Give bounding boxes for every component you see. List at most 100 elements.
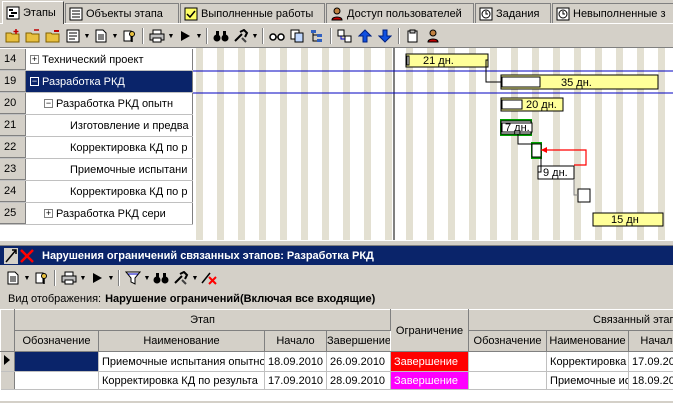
tab-unfinished-tasks[interactable]: Невыполненные з bbox=[552, 3, 673, 23]
tab-stage-objects[interactable]: Объекты этапа bbox=[65, 3, 179, 23]
table-row[interactable]: Приемочные испытания опытно 18.09.2010 2… bbox=[0, 351, 673, 372]
play-button[interactable] bbox=[87, 269, 107, 287]
cell-linked-start[interactable]: 18.09.2010 bbox=[628, 371, 673, 390]
collapse-icon[interactable]: − bbox=[44, 99, 53, 108]
tools-dropdown[interactable]: ▼ bbox=[251, 27, 259, 45]
view-mode-value[interactable]: Нарушение ограничений(Включая все входящ… bbox=[105, 293, 375, 305]
cell-linked-start[interactable]: 17.09.2010 bbox=[628, 351, 673, 372]
cell-designation[interactable] bbox=[14, 351, 99, 372]
tools-dropdown[interactable]: ▼ bbox=[191, 269, 199, 287]
cell-name[interactable]: Корректировка КД по результа bbox=[98, 371, 265, 390]
cell-linked-name[interactable]: Приемочные ис bbox=[546, 371, 630, 390]
column-header-linked-start[interactable]: Начало bbox=[628, 330, 673, 352]
tab-completed-works[interactable]: Выполненные работы bbox=[180, 3, 325, 23]
play-button[interactable] bbox=[175, 27, 195, 45]
stage-row[interactable]: 21 Изготовление и предва bbox=[0, 115, 193, 137]
stage-row[interactable]: 22 Корректировка КД по р bbox=[0, 137, 193, 159]
properties-button[interactable] bbox=[3, 269, 23, 287]
tab-user-access[interactable]: Доступ пользователей bbox=[326, 3, 474, 23]
tab-stages[interactable]: Этапы bbox=[2, 1, 64, 24]
cell-start[interactable]: 18.09.2010 bbox=[264, 351, 327, 372]
document-dropdown[interactable]: ▼ bbox=[111, 27, 119, 45]
glasses-button[interactable] bbox=[267, 27, 287, 45]
cell-end[interactable]: 26.09.2010 bbox=[326, 351, 392, 372]
key-button[interactable] bbox=[119, 27, 139, 45]
link-button[interactable] bbox=[335, 27, 355, 45]
expand-icon[interactable]: + bbox=[30, 55, 39, 64]
row-selector-current[interactable] bbox=[0, 351, 15, 372]
tab-label: Этапы bbox=[23, 7, 56, 19]
find-button[interactable] bbox=[211, 27, 231, 45]
gantt-timeline[interactable]: 21 дн. 35 дн. 20 дн. 7 дн. 9 дн. 15 дн bbox=[193, 48, 673, 240]
stage-row[interactable]: 25 + Разработка РКД сери bbox=[0, 203, 193, 225]
cell-linked-name[interactable]: Корректировка bbox=[546, 351, 630, 372]
gantt-chart[interactable]: 21 дн. 35 дн. 20 дн. 7 дн. 9 дн. 15 дн 14 + Тех… bbox=[0, 47, 673, 240]
stage-row[interactable]: 24 Корректировка КД по р bbox=[0, 181, 193, 203]
add-substage-button[interactable] bbox=[23, 27, 43, 45]
stage-row-name-cell[interactable]: − Разработка РКД bbox=[26, 71, 193, 92]
stage-row-name-cell[interactable]: Корректировка КД по р bbox=[26, 181, 193, 202]
filter-button[interactable] bbox=[123, 269, 143, 287]
table-row[interactable]: Корректировка КД по результа 17.09.2010 … bbox=[0, 371, 673, 390]
properties-button[interactable] bbox=[63, 27, 83, 45]
cell-designation[interactable] bbox=[14, 371, 99, 390]
print-dropdown[interactable]: ▼ bbox=[167, 27, 175, 45]
tools-button[interactable] bbox=[171, 269, 191, 287]
column-header-designation[interactable]: Обозначение bbox=[14, 330, 99, 352]
cell-linked-designation[interactable] bbox=[468, 351, 548, 372]
toolbar-separator bbox=[118, 270, 120, 286]
objects-icon bbox=[69, 7, 83, 20]
document-button[interactable] bbox=[91, 27, 111, 45]
find-button[interactable] bbox=[151, 269, 171, 287]
tools-button[interactable] bbox=[231, 27, 251, 45]
stage-row[interactable]: 14 + Технический проект bbox=[0, 49, 193, 71]
column-header-end[interactable]: Завершение bbox=[325, 330, 392, 352]
paste-button[interactable] bbox=[403, 27, 423, 45]
stage-row-name-cell[interactable]: − Разработка РКД опытн bbox=[26, 93, 193, 114]
copy-stage-button[interactable] bbox=[287, 27, 307, 45]
stage-row[interactable]: 23 Приемочные испытани bbox=[0, 159, 193, 181]
stage-row-name-cell[interactable]: Приемочные испытани bbox=[26, 159, 193, 180]
column-header-name[interactable]: Наименование bbox=[98, 330, 265, 352]
cell-end[interactable]: 28.09.2010 bbox=[326, 371, 392, 390]
stage-row[interactable]: 20− Разработка РКД опытн bbox=[0, 93, 193, 115]
add-stage-button[interactable] bbox=[3, 27, 23, 45]
stage-row-name-cell[interactable]: + Разработка РКД сери bbox=[26, 203, 193, 224]
tab-tasks[interactable]: Задания bbox=[475, 3, 551, 23]
stage-row-name-cell[interactable]: Изготовление и предва bbox=[26, 115, 193, 136]
play-dropdown[interactable]: ▼ bbox=[107, 269, 115, 287]
current-row-arrow-icon bbox=[3, 355, 10, 365]
stage-row-name-cell[interactable]: + Технический проект bbox=[26, 49, 193, 70]
tree-button[interactable] bbox=[307, 27, 327, 45]
print-button[interactable] bbox=[59, 269, 79, 287]
cell-start[interactable]: 17.09.2010 bbox=[264, 371, 327, 390]
properties-dropdown[interactable]: ▼ bbox=[83, 27, 91, 45]
row-selector[interactable] bbox=[0, 371, 15, 390]
properties-icon bbox=[66, 29, 80, 43]
filter-dropdown[interactable]: ▼ bbox=[143, 269, 151, 287]
print-button[interactable] bbox=[147, 27, 167, 45]
properties-dropdown[interactable]: ▼ bbox=[23, 269, 31, 287]
column-header-linked-name[interactable]: Наименование bbox=[546, 330, 630, 352]
cell-name[interactable]: Приемочные испытания опытно bbox=[98, 351, 265, 372]
remove-stage-button[interactable] bbox=[43, 27, 63, 45]
play-dropdown[interactable]: ▼ bbox=[195, 27, 203, 45]
stage-row[interactable]: 19− Разработка РКД bbox=[0, 71, 193, 93]
cell-linked-designation[interactable] bbox=[468, 371, 548, 390]
print-dropdown[interactable]: ▼ bbox=[79, 269, 87, 287]
expand-icon[interactable]: + bbox=[44, 209, 53, 218]
cell-restriction[interactable]: Завершение bbox=[390, 351, 470, 372]
column-header-restriction[interactable]: Ограничение bbox=[390, 309, 470, 352]
move-down-button[interactable] bbox=[375, 27, 395, 45]
collapse-icon[interactable]: − bbox=[30, 77, 39, 86]
user-button[interactable] bbox=[423, 27, 443, 45]
cell-restriction[interactable]: Завершение bbox=[390, 371, 470, 390]
column-header-start[interactable]: Начало bbox=[264, 330, 327, 352]
column-header-linked-designation[interactable]: Обозначение bbox=[468, 330, 548, 352]
move-up-button[interactable] bbox=[355, 27, 375, 45]
key-button[interactable] bbox=[31, 269, 51, 287]
clear-button[interactable] bbox=[199, 269, 219, 287]
weekend-stripe-12 bbox=[448, 48, 455, 240]
stage-row-name-cell[interactable]: Корректировка КД по р bbox=[26, 137, 193, 158]
violations-grid[interactable]: Этап Ограничение Связанный этап Обозначе… bbox=[0, 309, 673, 403]
